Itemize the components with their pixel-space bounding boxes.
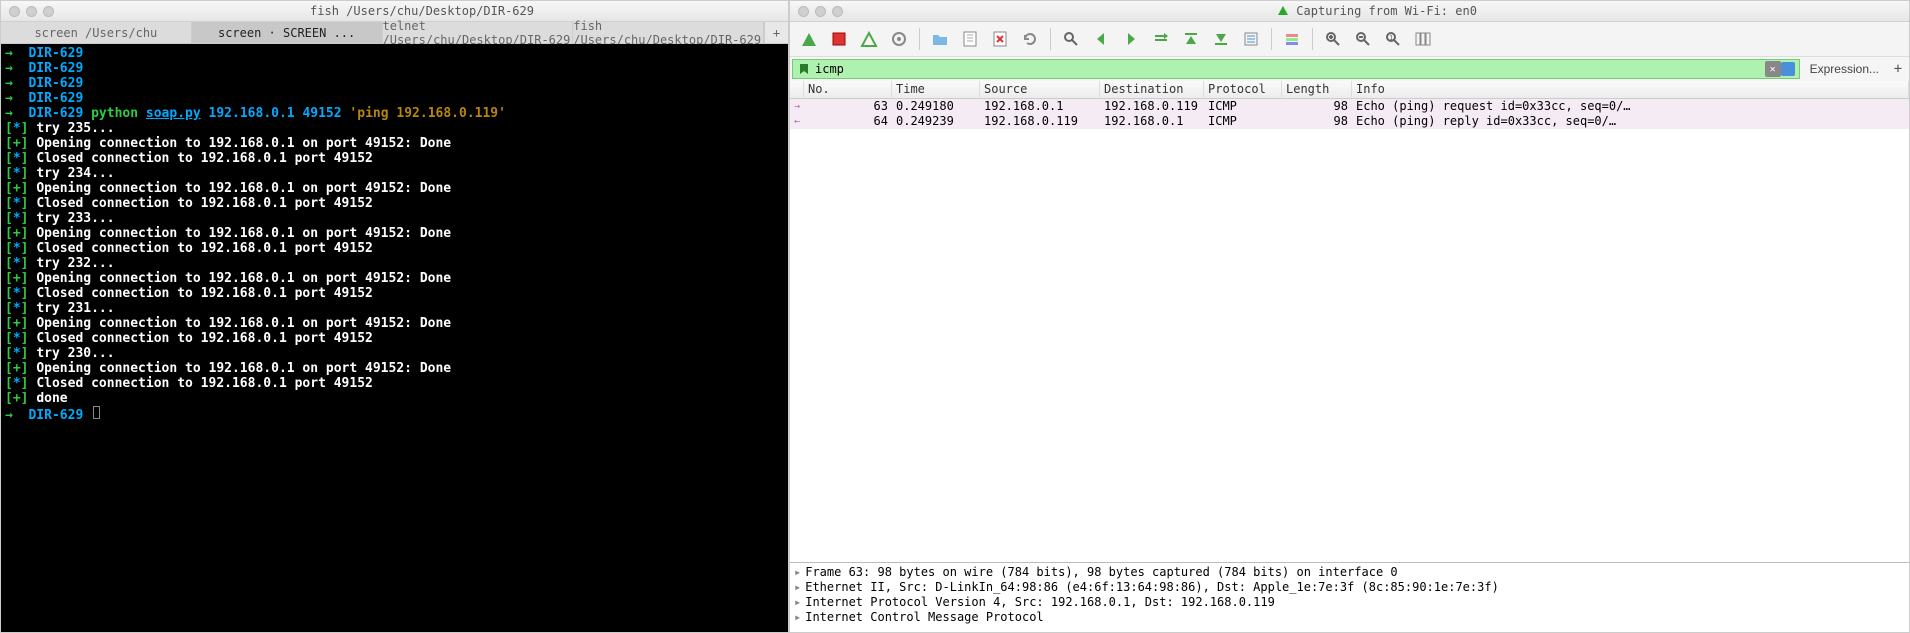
packet-details[interactable]: ▸Frame 63: 98 bytes on wire (784 bits), …: [790, 562, 1909, 632]
detail-row: ▸Internet Protocol Version 4, Src: 192.1…: [794, 595, 1905, 610]
wireshark-titlebar[interactable]: Capturing from Wi-Fi: en0: [790, 1, 1909, 22]
clear-filter-button[interactable]: ✕: [1765, 61, 1781, 77]
filter-text: icmp: [815, 62, 844, 76]
restart-capture-button[interactable]: [856, 26, 882, 52]
go-first-button[interactable]: [1178, 26, 1204, 52]
terminal-tab-1[interactable]: screen · SCREEN ...: [192, 22, 383, 43]
save-file-button[interactable]: [957, 26, 983, 52]
display-filter-input[interactable]: icmp ✕: [792, 59, 1800, 79]
direction-icon: ←: [790, 114, 804, 129]
wireshark-window: Capturing from Wi-Fi: en0 1 icmp: [789, 0, 1910, 633]
packet-row[interactable]: ←640.249239192.168.0.119192.168.0.1ICMP9…: [790, 114, 1909, 129]
terminal-title: fish /Users/chu/Desktop/DIR-629: [64, 4, 780, 18]
maximize-button[interactable]: [832, 6, 843, 17]
expand-icon[interactable]: ▸: [794, 595, 801, 609]
detail-row: ▸Ethernet II, Src: D-LinkIn_64:98:86 (e4…: [794, 580, 1905, 595]
wireshark-fin-icon: [1277, 4, 1289, 16]
svg-text:1: 1: [1389, 34, 1393, 42]
direction-icon: →: [790, 99, 804, 114]
detail-row: ▸Internet Control Message Protocol: [794, 610, 1905, 625]
capture-options-button[interactable]: [886, 26, 912, 52]
open-file-button[interactable]: [927, 26, 953, 52]
terminal-tab-0[interactable]: screen /Users/chu: [1, 22, 192, 43]
expand-icon[interactable]: ▸: [794, 565, 801, 579]
window-controls: [9, 6, 54, 17]
col-source[interactable]: Source: [980, 81, 1100, 98]
col-no[interactable]: No.: [804, 81, 892, 98]
go-last-button[interactable]: [1208, 26, 1234, 52]
detail-row: ▸Frame 63: 98 bytes on wire (784 bits), …: [794, 565, 1905, 580]
add-filter-button[interactable]: +: [1889, 61, 1907, 77]
packet-list-header[interactable]: No. Time Source Destination Protocol Len…: [790, 81, 1909, 99]
reload-button[interactable]: [1017, 26, 1043, 52]
minimize-button[interactable]: [815, 6, 826, 17]
col-destination[interactable]: Destination: [1100, 81, 1204, 98]
minimize-button[interactable]: [26, 6, 37, 17]
bookmark-icon[interactable]: [797, 62, 811, 76]
packet-list[interactable]: No. Time Source Destination Protocol Len…: [790, 81, 1909, 562]
terminal-tab-2[interactable]: telnet /Users/chu/Desktop/DIR-629: [383, 22, 574, 43]
go-to-packet-button[interactable]: [1148, 26, 1174, 52]
close-button[interactable]: [9, 6, 20, 17]
go-back-button[interactable]: [1088, 26, 1114, 52]
filter-dropdown-button[interactable]: [1781, 62, 1795, 76]
zoom-out-button[interactable]: [1350, 26, 1376, 52]
col-time[interactable]: Time: [892, 81, 980, 98]
go-forward-button[interactable]: [1118, 26, 1144, 52]
zoom-in-button[interactable]: [1320, 26, 1346, 52]
col-info[interactable]: Info: [1352, 81, 1909, 98]
col-length[interactable]: Length: [1282, 81, 1352, 98]
start-capture-button[interactable]: [796, 26, 822, 52]
window-controls: [798, 6, 843, 17]
find-packet-button[interactable]: [1058, 26, 1084, 52]
terminal-tabs: screen /Users/chu screen · SCREEN ... te…: [1, 22, 788, 44]
filter-bar: icmp ✕ Expression... +: [790, 57, 1909, 81]
packet-row[interactable]: →630.249180192.168.0.1192.168.0.119ICMP9…: [790, 99, 1909, 114]
terminal-window: fish /Users/chu/Desktop/DIR-629 screen /…: [0, 0, 789, 633]
close-file-button[interactable]: [987, 26, 1013, 52]
close-button[interactable]: [798, 6, 809, 17]
expand-icon[interactable]: ▸: [794, 580, 801, 594]
auto-scroll-button[interactable]: [1238, 26, 1264, 52]
terminal-output[interactable]: → DIR-629→ DIR-629→ DIR-629→ DIR-629→ DI…: [1, 44, 788, 632]
expand-icon[interactable]: ▸: [794, 610, 801, 624]
new-tab-button[interactable]: +: [764, 22, 788, 43]
wireshark-title: Capturing from Wi-Fi: en0: [853, 4, 1901, 18]
zoom-reset-button[interactable]: 1: [1380, 26, 1406, 52]
stop-capture-button[interactable]: [826, 26, 852, 52]
terminal-tab-3[interactable]: fish /Users/chu/Desktop/DIR-629: [573, 22, 764, 43]
col-protocol[interactable]: Protocol: [1204, 81, 1282, 98]
resize-columns-button[interactable]: [1410, 26, 1436, 52]
maximize-button[interactable]: [43, 6, 54, 17]
colorize-button[interactable]: [1279, 26, 1305, 52]
expression-button[interactable]: Expression...: [1804, 62, 1885, 76]
wireshark-toolbar: 1: [790, 22, 1909, 57]
